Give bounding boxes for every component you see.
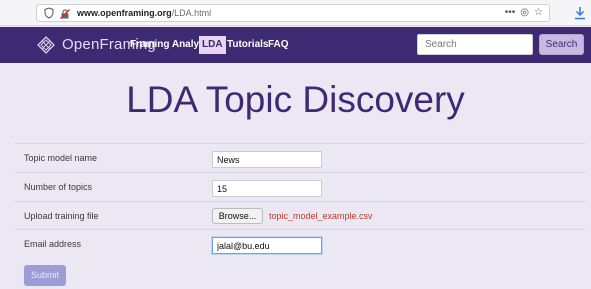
shield-icon[interactable] [43, 7, 55, 19]
nav-faq[interactable]: FAQ [268, 37, 289, 53]
nav-lda[interactable]: LDA [199, 36, 226, 54]
submit-button[interactable]: Submit [24, 265, 66, 286]
more-dots-icon[interactable]: ••• [505, 6, 516, 20]
page-title: LDA Topic Discovery [126, 79, 465, 120]
topic-model-name-input[interactable] [212, 151, 322, 168]
browse-button[interactable]: Browse... [212, 208, 263, 224]
download-icon[interactable] [574, 6, 586, 20]
topic-model-name-label: Topic model name [24, 153, 98, 163]
number-of-topics-label: Number of topics [24, 182, 93, 192]
browser-toolbar: www.openframing.org/LDA.html ••• ◎ ☆ [0, 0, 591, 26]
form-row-upload-training-file: Upload training file Browse... topic_mod… [15, 201, 585, 230]
site-navbar: OpenFraming Framing Analysis LDA Tutoria… [0, 27, 591, 63]
number-of-topics-input[interactable] [212, 180, 322, 197]
search-button[interactable]: Search [539, 34, 584, 55]
url-path: /LDA.html [171, 8, 212, 18]
insecure-lock-icon[interactable] [59, 7, 71, 19]
search-input[interactable] [417, 34, 533, 55]
email-address-label: Email address [24, 239, 82, 249]
upload-training-file-label: Upload training file [24, 211, 99, 221]
url-text[interactable]: www.openframing.org/LDA.html [77, 7, 211, 20]
url-domain: www.openframing.org [77, 8, 172, 18]
form-row-number-of-topics: Number of topics [15, 172, 585, 201]
selected-file-name: topic_model_example.csv [269, 211, 373, 221]
nav-tutorials[interactable]: Tutorials [227, 37, 268, 53]
address-bar[interactable]: www.openframing.org/LDA.html ••• ◎ ☆ [36, 4, 550, 22]
url-actions: ••• ◎ ☆ [505, 6, 543, 20]
pocket-icon[interactable]: ◎ [520, 6, 529, 20]
form-row-email-address: Email address [15, 229, 585, 258]
openframing-logo-icon [36, 35, 56, 55]
email-field[interactable] [212, 237, 322, 254]
star-icon[interactable]: ☆ [534, 6, 543, 20]
form-row-topic-model-name: Topic model name [15, 143, 585, 172]
